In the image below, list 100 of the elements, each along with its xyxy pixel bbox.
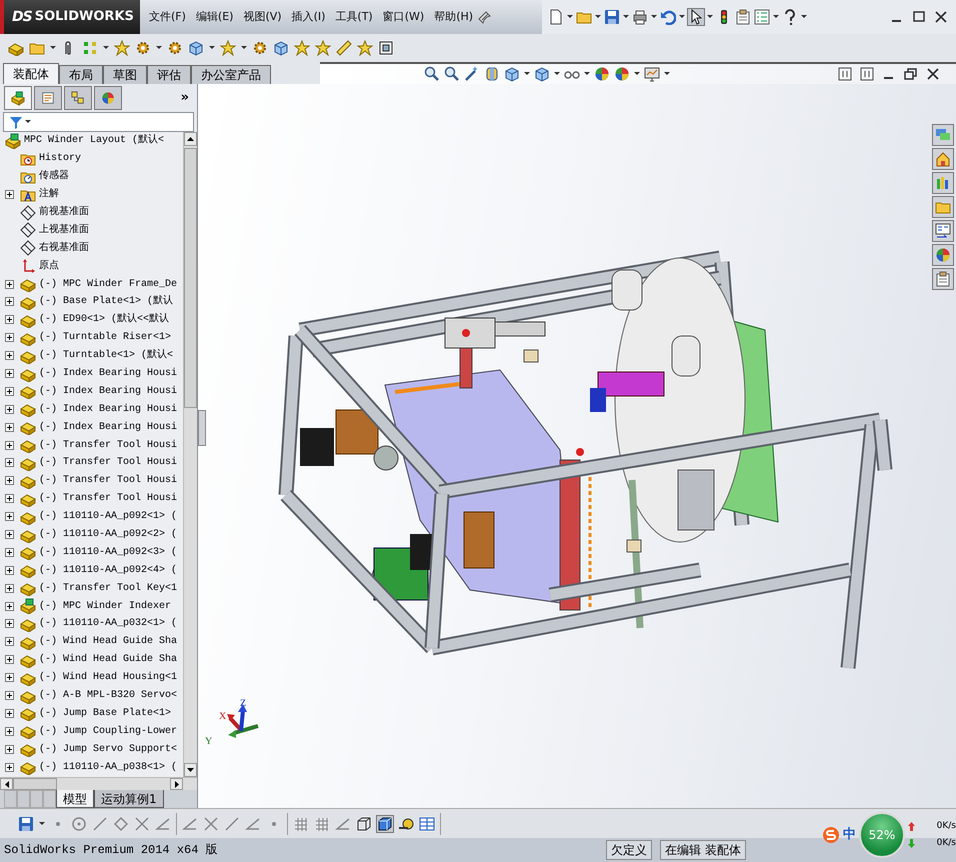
ruler-icon[interactable] (336, 40, 352, 56)
expand-icon[interactable] (5, 691, 14, 700)
configuration-tab[interactable] (64, 86, 92, 110)
tree-item[interactable]: (-) ED90<1> (默认<<默认 (0, 310, 183, 329)
command-tab[interactable]: 办公室产品 (191, 65, 271, 84)
expand-icon[interactable] (5, 566, 14, 575)
caret-icon[interactable] (39, 822, 45, 826)
color-sphere-icon[interactable] (935, 247, 951, 263)
tree-item[interactable]: 注解 (0, 186, 183, 204)
menu-item[interactable]: 窗口(W) (378, 8, 430, 26)
expand-icon[interactable] (5, 619, 14, 628)
grid-icon[interactable] (314, 816, 330, 832)
tree-item[interactable]: 上视基准面 (0, 221, 183, 240)
cross-icon[interactable] (203, 816, 219, 832)
star-icon[interactable] (294, 40, 310, 56)
expand-icon[interactable] (5, 655, 14, 664)
angle-icon[interactable] (155, 816, 171, 832)
scroll-up-button[interactable] (184, 132, 197, 146)
display-tab[interactable] (94, 86, 122, 110)
pin-icon[interactable] (478, 10, 492, 24)
caret-icon[interactable] (209, 46, 215, 50)
tree-item[interactable]: (-) Transfer Tool Housi (0, 490, 183, 508)
panel-collapse-handle[interactable] (198, 410, 206, 446)
tree-item[interactable]: (-) Transfer Tool Key<1 (0, 579, 183, 598)
expand-icon[interactable] (5, 548, 14, 557)
caret-icon[interactable] (651, 15, 657, 19)
tree-item[interactable]: (-) Base Plate<1> (默认 (0, 293, 183, 311)
angle-icon[interactable] (245, 816, 261, 832)
table-icon[interactable] (419, 816, 435, 832)
star-icon[interactable] (220, 40, 236, 56)
layout-icon[interactable] (935, 223, 951, 239)
scroll-right-button[interactable] (170, 778, 183, 790)
close-icon[interactable] (934, 10, 948, 24)
filter-field[interactable] (3, 112, 194, 132)
menu-item[interactable]: 文件(F) (144, 8, 191, 26)
zoom-fit-icon[interactable] (424, 66, 440, 82)
cube-icon[interactable] (534, 66, 550, 82)
tape-measure-icon[interactable] (398, 816, 414, 832)
grid-icon[interactable] (293, 816, 309, 832)
scroll-left-button[interactable] (0, 778, 13, 790)
expand-icon[interactable] (5, 369, 14, 378)
tree-item[interactable]: 原点 (0, 257, 183, 276)
expand-icon[interactable] (5, 584, 14, 593)
expand-icon[interactable] (5, 708, 14, 718)
input-method-logo-icon[interactable] (822, 826, 840, 844)
tree-item[interactable]: (-) Jump Base Plate<1> (0, 704, 183, 722)
caret-icon[interactable] (801, 15, 807, 19)
home-icon[interactable] (935, 151, 951, 167)
tree-item[interactable]: (-) 110110-AA_p092<2> ( (0, 526, 183, 544)
caret-icon[interactable] (524, 72, 530, 76)
caret-icon[interactable] (50, 46, 56, 50)
tree-item[interactable]: (-) Turntable<1> (默认< (0, 346, 183, 365)
caret-icon[interactable] (156, 46, 162, 50)
frame-icon[interactable] (378, 40, 394, 56)
tree-item[interactable]: MPC Winder Layout (默认< (0, 132, 183, 150)
command-tab[interactable]: 评估 (147, 65, 191, 84)
tree-item[interactable]: (-) Transfer Tool Housi (0, 436, 183, 454)
clipboard-icon[interactable] (735, 9, 751, 25)
gear-icon[interactable] (252, 40, 268, 56)
model-tab[interactable]: 模型 (56, 790, 94, 808)
close-icon[interactable] (926, 67, 940, 81)
cube-icon[interactable] (504, 66, 520, 82)
angle-icon[interactable] (335, 816, 351, 832)
expand-icon[interactable] (5, 744, 14, 754)
menu-item[interactable]: 工具(T) (330, 8, 378, 26)
expand-icon[interactable] (5, 673, 14, 682)
list-icon[interactable] (754, 9, 770, 25)
tree-item[interactable]: (-) MPC Winder Indexer (0, 597, 183, 616)
gear-icon[interactable] (167, 40, 183, 56)
caret-icon[interactable] (567, 15, 573, 19)
expand-icon[interactable] (5, 440, 14, 450)
undo-icon[interactable] (660, 9, 676, 25)
line-icon[interactable] (224, 816, 240, 832)
caret-icon[interactable] (773, 15, 779, 19)
caret-icon[interactable] (623, 15, 629, 19)
expand-icon[interactable] (5, 386, 14, 396)
expand-icon[interactable] (5, 726, 14, 736)
expand-icon[interactable] (5, 297, 14, 306)
line-icon[interactable] (92, 816, 108, 832)
expand-icon[interactable] (5, 422, 14, 432)
scroll-down-button[interactable] (184, 763, 197, 777)
expand-icon[interactable] (5, 315, 14, 324)
expand-icon[interactable] (5, 458, 14, 468)
tree-item[interactable]: (-) 110110-AA_p092<4> ( (0, 561, 183, 580)
command-tab[interactable]: 草图 (103, 65, 147, 84)
expand-icon[interactable] (5, 280, 14, 289)
cube-icon[interactable] (188, 40, 204, 56)
box-icon[interactable] (356, 816, 372, 832)
caret-icon[interactable] (595, 15, 601, 19)
tree-item[interactable]: (-) Wind Head Guide Sha (0, 632, 183, 651)
tile-icon[interactable] (860, 67, 874, 81)
wand-icon[interactable] (464, 66, 480, 82)
tree-item[interactable]: (-) Transfer Tool Housi (0, 472, 183, 490)
model-tab[interactable]: 运动算例1 (94, 790, 164, 808)
menu-item[interactable]: 视图(V) (238, 8, 287, 26)
books-icon[interactable] (935, 175, 951, 191)
diamond-icon[interactable] (113, 816, 129, 832)
circle-icon[interactable] (71, 816, 87, 832)
caret-icon[interactable] (554, 72, 560, 76)
tree-item[interactable]: (-) Jump Servo Support< (0, 740, 183, 758)
